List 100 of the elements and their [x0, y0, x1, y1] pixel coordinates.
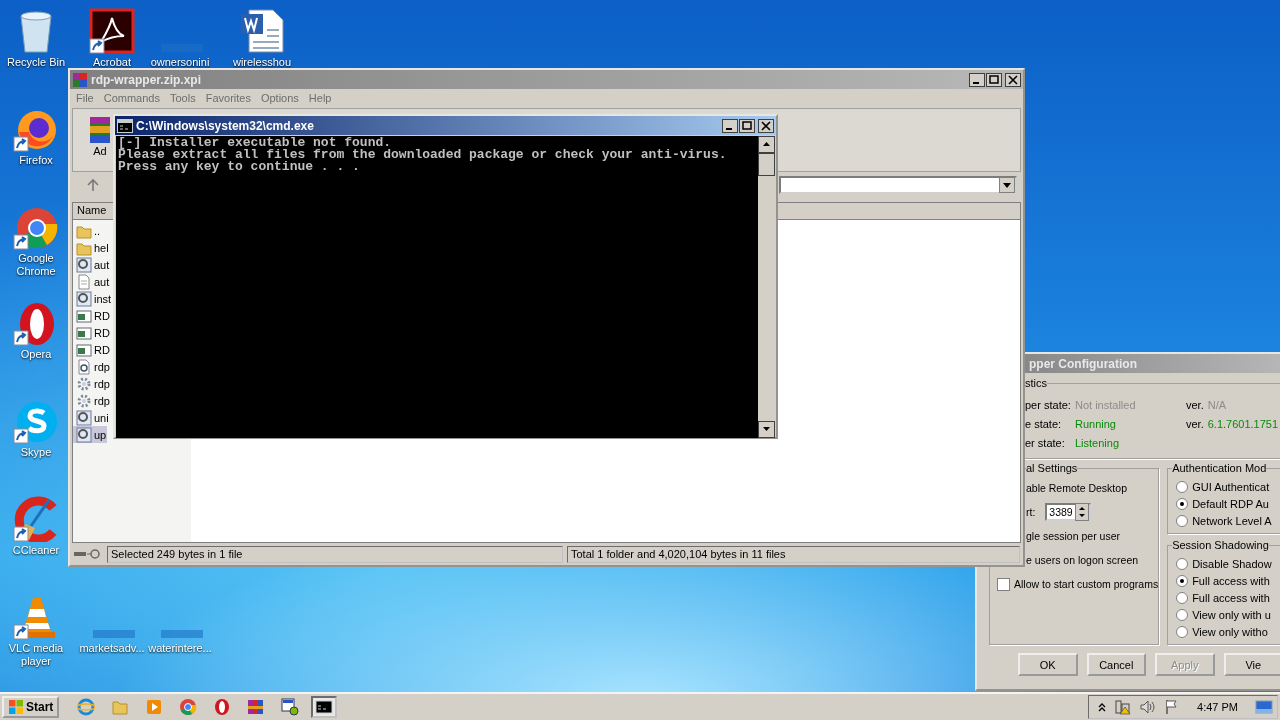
gear-icon	[76, 375, 92, 392]
radio-button[interactable]	[1176, 480, 1189, 493]
radio-button[interactable]	[1176, 514, 1189, 527]
group-title: Session Shadowing	[1172, 539, 1269, 551]
dialog-button[interactable]: Vie	[1223, 653, 1280, 676]
window-icon	[76, 307, 92, 324]
radio-button[interactable]	[1176, 557, 1189, 570]
field-label: per state:	[1024, 398, 1072, 411]
dialog-button[interactable]: Cancel	[1086, 653, 1146, 676]
scrollbar[interactable]	[758, 136, 775, 438]
file-row[interactable]: ..	[73, 222, 102, 239]
radio-label: Network Level A	[1192, 514, 1272, 527]
window-title: pper Configuration	[1028, 356, 1137, 371]
menu-item[interactable]: Commands	[99, 92, 164, 104]
play-icon	[145, 698, 164, 716]
gear-file-icon	[76, 426, 92, 443]
icon-label[interactable]: Acrobat	[93, 56, 131, 69]
file-row[interactable]: up	[73, 426, 108, 443]
window-icon	[76, 324, 92, 341]
close-icon[interactable]	[758, 118, 774, 133]
radio-button[interactable]	[1176, 574, 1189, 587]
window-title: C:\Windows\system32\cmd.exe	[136, 118, 314, 133]
group-title: stics	[1025, 377, 1047, 389]
expand-icon[interactable]	[1097, 702, 1108, 712]
file-row[interactable]: rdp	[73, 392, 111, 409]
file-row[interactable]: hel	[73, 239, 110, 256]
status-value: Listening	[1075, 436, 1121, 449]
icon-label[interactable]: Recycle Bin	[6, 56, 66, 69]
radio-label: GUI Authenticat	[1192, 480, 1270, 493]
radio-button[interactable]	[1176, 625, 1189, 638]
books-icon	[72, 71, 88, 88]
file-row[interactable]: uni	[73, 409, 110, 426]
word-document-icon[interactable]	[239, 8, 285, 54]
version-value: 6.1.7601.1751	[1207, 417, 1279, 430]
minimize-icon[interactable]	[722, 118, 738, 133]
radio-button[interactable]	[1176, 608, 1189, 621]
field-label: ver.	[1186, 398, 1204, 411]
checkbox[interactable]	[997, 577, 1010, 591]
gear-icon	[76, 392, 92, 409]
up-arrow-icon[interactable]	[86, 178, 100, 192]
menu-item[interactable]: Favorites	[201, 92, 255, 104]
window-icon	[76, 341, 92, 358]
speaker-icon[interactable]	[1139, 699, 1158, 715]
network-warning-icon[interactable]	[1114, 699, 1133, 715]
clock[interactable]: 4:47 PM	[1197, 701, 1238, 713]
field-label: ver.	[1186, 417, 1204, 430]
dialog-button[interactable]: OK	[1018, 653, 1078, 676]
status-value: Not installed	[1075, 398, 1137, 411]
radio-button[interactable]	[1176, 497, 1189, 510]
console-icon	[315, 698, 334, 716]
file-row[interactable]: aut	[73, 256, 111, 273]
version-value: N/A	[1207, 398, 1227, 411]
radio-label: Default RDP Au	[1192, 497, 1269, 510]
ccleaner-icon[interactable]	[13, 496, 59, 542]
path-field[interactable]	[779, 176, 1017, 194]
option-label: e users on logon screen	[1026, 554, 1139, 566]
gear-file-icon	[76, 256, 92, 273]
port-spinner[interactable]: 3389	[1045, 503, 1092, 521]
menu-item[interactable]: Tools	[166, 92, 200, 104]
show-desktop-button[interactable]	[1255, 700, 1273, 714]
field-label: er state:	[1024, 436, 1066, 449]
books-icon	[247, 698, 266, 716]
opera-icon	[213, 698, 232, 716]
icon-label[interactable]: Google Chrome	[0, 252, 72, 278]
spinner-arrows-icon[interactable]	[1075, 503, 1090, 521]
file-row[interactable]: RD	[73, 341, 111, 358]
checkbox-label: Allow to start custom programs	[1014, 578, 1159, 590]
field-label: rt:	[1026, 506, 1036, 518]
column-header[interactable]: Name	[73, 203, 112, 219]
radio-label: Full access with	[1192, 591, 1270, 604]
chrome-icon	[179, 698, 198, 716]
start-button[interactable]: Start	[2, 696, 60, 718]
folder-icon	[111, 698, 130, 716]
menu-item[interactable]: Options	[256, 92, 303, 104]
maximize-icon[interactable]	[739, 118, 755, 133]
drive-key-icon	[73, 548, 103, 560]
acrobat-icon[interactable]	[89, 8, 135, 54]
group-title: al Settings	[1026, 462, 1078, 474]
file-row[interactable]: rdp	[73, 375, 111, 392]
gear-file-icon	[76, 409, 92, 426]
icon-label[interactable]: wirelesshou	[232, 56, 292, 69]
group-title: Authentication Mod	[1172, 462, 1267, 474]
books-icon[interactable]	[89, 115, 111, 145]
console-line: Press any key to continue . . .	[118, 161, 361, 173]
file-row[interactable]: RD	[73, 324, 111, 341]
radio-label: Disable Shadow	[1192, 557, 1272, 570]
network-window-icon	[281, 698, 300, 716]
field-label: e state:	[1024, 417, 1063, 430]
toolbar-button[interactable]: Ad	[93, 145, 107, 157]
file-row[interactable]: rdp	[73, 358, 111, 375]
file-row[interactable]: RD	[73, 307, 111, 324]
taskbar-button[interactable]	[311, 696, 338, 718]
file-row[interactable]: aut	[73, 273, 111, 290]
icon-label[interactable]: Firefox	[19, 154, 53, 167]
icon-label[interactable]: ownersonini	[150, 56, 210, 69]
windows-logo-icon	[8, 699, 24, 715]
option-label: gle session per user	[1026, 530, 1120, 542]
file-row[interactable]: inst	[73, 290, 113, 307]
radio-button[interactable]	[1176, 591, 1189, 604]
console-icon	[117, 118, 133, 133]
